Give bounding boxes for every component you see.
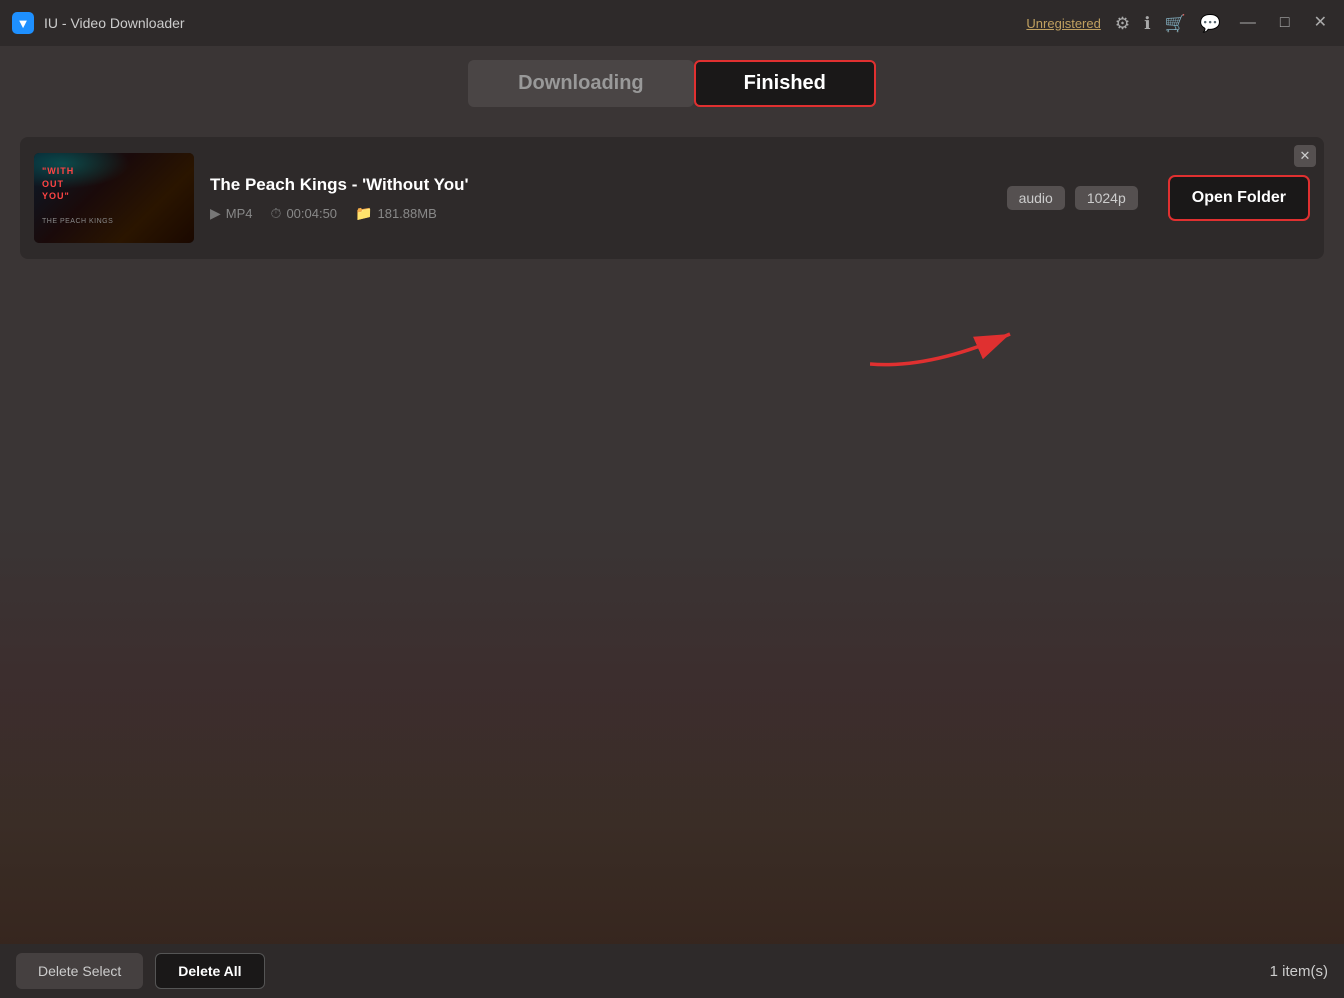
app-icon: ▼ xyxy=(12,12,34,34)
open-folder-button[interactable]: Open Folder xyxy=(1168,175,1310,221)
arrow-annotation xyxy=(870,314,1030,379)
bottom-bar: Delete Select Delete All 1 item(s) xyxy=(0,944,1344,998)
delete-all-button[interactable]: Delete All xyxy=(155,953,264,989)
item-details: The Peach Kings - 'Without You' ▶ MP4 ⏱ … xyxy=(210,175,991,222)
thumbnail-text: "WITHOUTYOU" xyxy=(42,165,74,203)
filesize-value: 181.88MB xyxy=(377,206,436,221)
chat-icon[interactable]: 💬 xyxy=(1200,15,1221,32)
cart-icon[interactable]: 🛒 xyxy=(1165,15,1186,32)
tab-finished[interactable]: Finished xyxy=(694,60,876,107)
badge-audio: audio xyxy=(1007,186,1065,210)
maximize-button[interactable]: □ xyxy=(1275,13,1295,33)
title-bar-right: Unregistered ⚙ ℹ 🛒 💬 — □ ✕ xyxy=(1026,13,1332,33)
duration-meta: ⏱ 00:04:50 xyxy=(271,205,338,222)
duration-icon: ⏱ xyxy=(271,205,282,222)
item-meta: ▶ MP4 ⏱ 00:04:50 📁 181.88MB xyxy=(210,205,991,222)
item-title: The Peach Kings - 'Without You' xyxy=(210,175,991,195)
thumbnail: "WITHOUTYOU" THE PEACH KINGS xyxy=(34,153,194,243)
title-bar-left: ▼ IU - Video Downloader xyxy=(12,12,185,34)
close-button[interactable]: ✕ xyxy=(1309,13,1332,33)
tab-downloading[interactable]: Downloading xyxy=(468,60,694,107)
thumbnail-inner: "WITHOUTYOU" THE PEACH KINGS xyxy=(34,153,194,243)
title-bar: ▼ IU - Video Downloader Unregistered ⚙ ℹ… xyxy=(0,0,1344,46)
main-content: "WITHOUTYOU" THE PEACH KINGS The Peach K… xyxy=(0,119,1344,949)
filesize-meta: 📁 181.88MB xyxy=(355,205,437,222)
delete-select-button[interactable]: Delete Select xyxy=(16,953,143,989)
unregistered-link[interactable]: Unregistered xyxy=(1026,16,1100,31)
thumbnail-subtitle: THE PEACH KINGS xyxy=(42,218,113,225)
tab-bar: Downloading Finished xyxy=(0,46,1344,119)
close-item-button[interactable]: ✕ xyxy=(1294,145,1316,167)
filesize-icon: 📁 xyxy=(355,205,372,222)
badge-quality: 1024p xyxy=(1075,186,1138,210)
format-icon: ▶ xyxy=(210,205,221,222)
bottom-left: Delete Select Delete All xyxy=(16,953,265,989)
app-title: IU - Video Downloader xyxy=(44,15,185,31)
format-meta: ▶ MP4 xyxy=(210,205,253,222)
info-icon[interactable]: ℹ xyxy=(1144,15,1150,32)
download-item: "WITHOUTYOU" THE PEACH KINGS The Peach K… xyxy=(20,137,1324,259)
format-value: MP4 xyxy=(226,206,253,221)
item-count: 1 item(s) xyxy=(1270,963,1328,980)
duration-value: 00:04:50 xyxy=(286,206,337,221)
item-badges: audio 1024p xyxy=(1007,186,1138,210)
settings-icon[interactable]: ⚙ xyxy=(1115,15,1130,32)
minimize-button[interactable]: — xyxy=(1235,13,1261,33)
